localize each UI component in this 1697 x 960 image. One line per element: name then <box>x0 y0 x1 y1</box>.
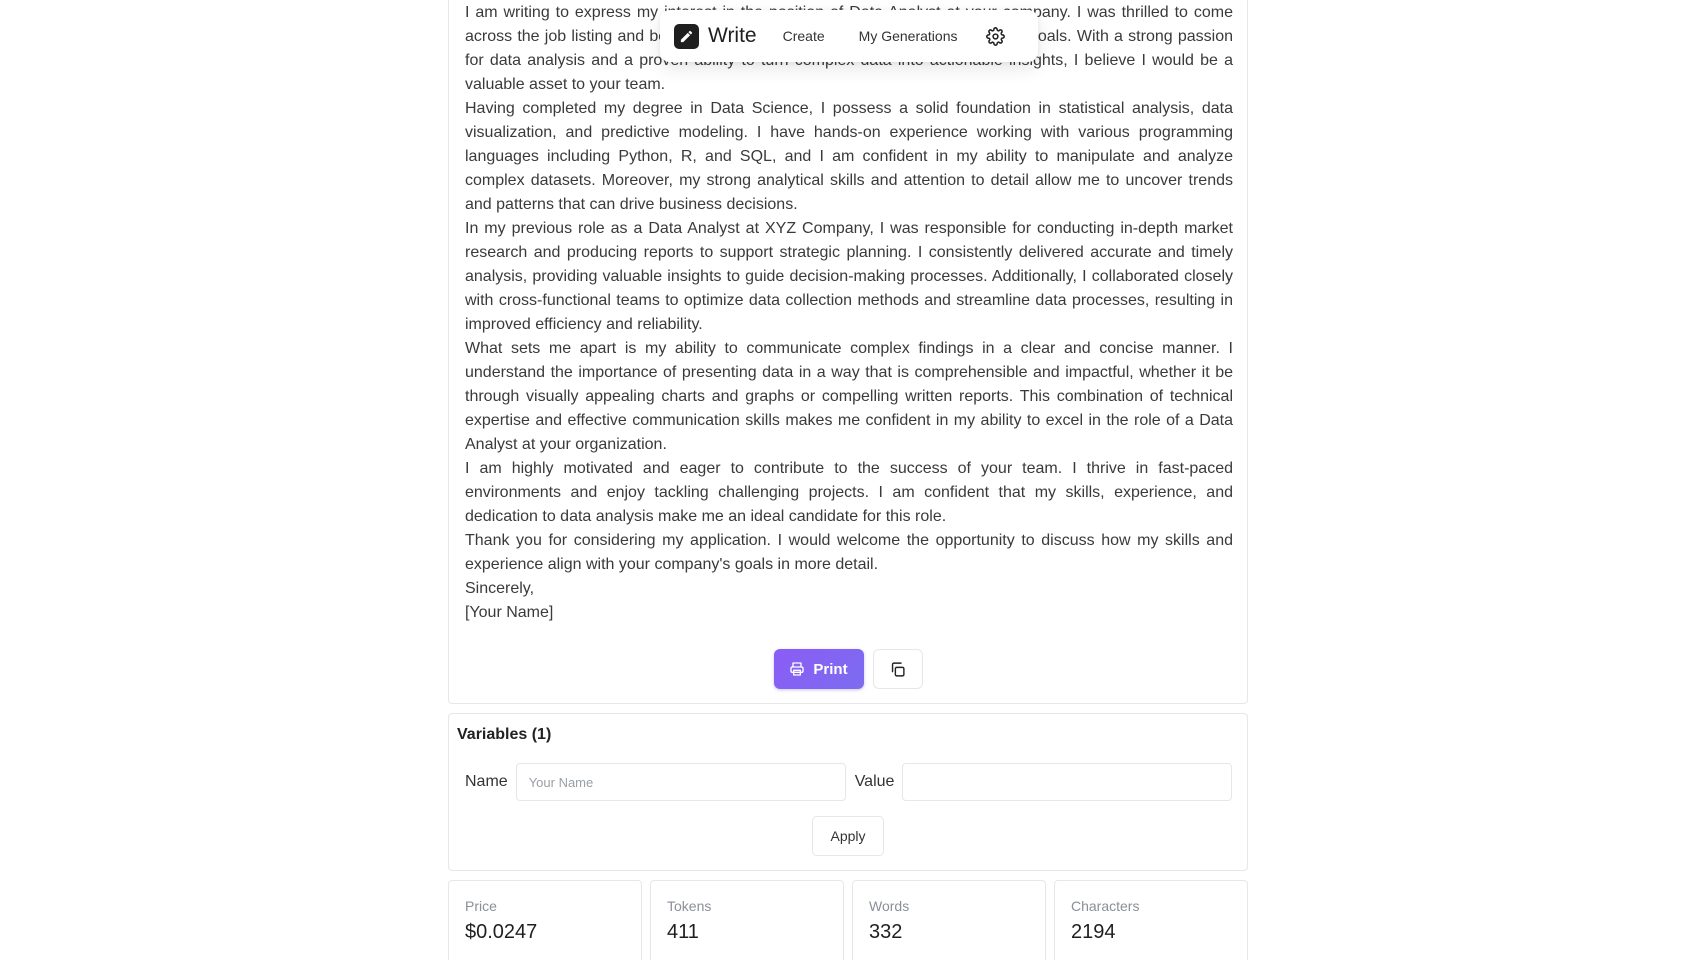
variable-name-input[interactable] <box>515 763 846 801</box>
letter-closing: Sincerely, <box>465 580 535 597</box>
page: I am writing to express my interest in t… <box>0 0 1697 960</box>
print-button-label: Print <box>813 660 848 678</box>
stat-words: Words 332 <box>852 880 1046 960</box>
apply-button[interactable]: Apply <box>812 816 884 856</box>
brand-name: Write <box>708 24 757 47</box>
stat-label: Characters <box>1071 898 1140 914</box>
pencil-icon <box>674 23 699 49</box>
letter-actions: Print <box>449 649 1247 689</box>
variable-row: Name Value <box>465 763 1233 801</box>
variable-value-input[interactable] <box>902 763 1233 801</box>
stat-label: Price <box>465 898 497 914</box>
gear-icon[interactable] <box>985 26 1005 46</box>
stat-value: 411 <box>667 921 699 943</box>
letter-paragraph-2: Having completed my degree in Data Scien… <box>465 100 1233 213</box>
brand[interactable]: Write <box>674 23 757 49</box>
stat-label: Words <box>869 898 910 914</box>
print-button[interactable]: Print <box>773 649 864 689</box>
copy-icon <box>889 661 906 678</box>
letter-paragraph-6: Thank you for considering my application… <box>465 532 1233 573</box>
variables-title: Variables (1) <box>457 726 552 743</box>
printer-icon <box>789 661 805 677</box>
top-nav: Write Create My Generations <box>660 10 1038 62</box>
generated-letter-card: I am writing to express my interest in t… <box>448 0 1248 704</box>
stat-value: 2194 <box>1071 921 1116 943</box>
stat-value: $0.0247 <box>465 921 538 943</box>
letter-paragraph-4: What sets me apart is my ability to comm… <box>465 340 1233 453</box>
stat-tokens: Tokens 411 <box>650 880 844 960</box>
nav-my-generations[interactable]: My Generations <box>859 28 958 44</box>
variable-value-label: Value <box>854 773 895 790</box>
letter-paragraph-3: In my previous role as a Data Analyst at… <box>465 220 1233 333</box>
stat-value: 332 <box>869 921 903 943</box>
letter-body: I am writing to express my interest in t… <box>465 1 1233 625</box>
variables-card: Variables (1) Name Value Apply <box>448 713 1248 871</box>
stat-label: Tokens <box>667 898 712 914</box>
nav-create[interactable]: Create <box>783 28 825 44</box>
letter-paragraph-5: I am highly motivated and eager to contr… <box>465 460 1233 525</box>
stat-price: Price $0.0247 <box>448 880 642 960</box>
variable-name-label: Name <box>465 773 508 790</box>
letter-signature: [Your Name] <box>465 604 554 621</box>
copy-button[interactable] <box>872 649 923 689</box>
stat-characters: Characters 2194 <box>1054 880 1248 960</box>
